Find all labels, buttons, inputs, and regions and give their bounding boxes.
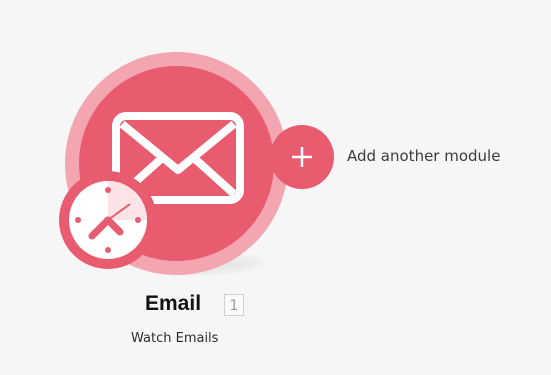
add-module-label[interactable]: Add another module [347,147,500,165]
add-module-button[interactable] [270,125,334,189]
module-title[interactable]: Email [145,292,201,316]
plus-icon [292,147,312,167]
module-counter-badge: 1 [224,294,244,316]
module-subtitle: Watch Emails [131,331,219,346]
clock-icon[interactable] [58,170,158,270]
module-title-row: Email 1 [0,290,551,320]
scenario-canvas: Add another module Email 1 Watch Emails [0,0,551,375]
